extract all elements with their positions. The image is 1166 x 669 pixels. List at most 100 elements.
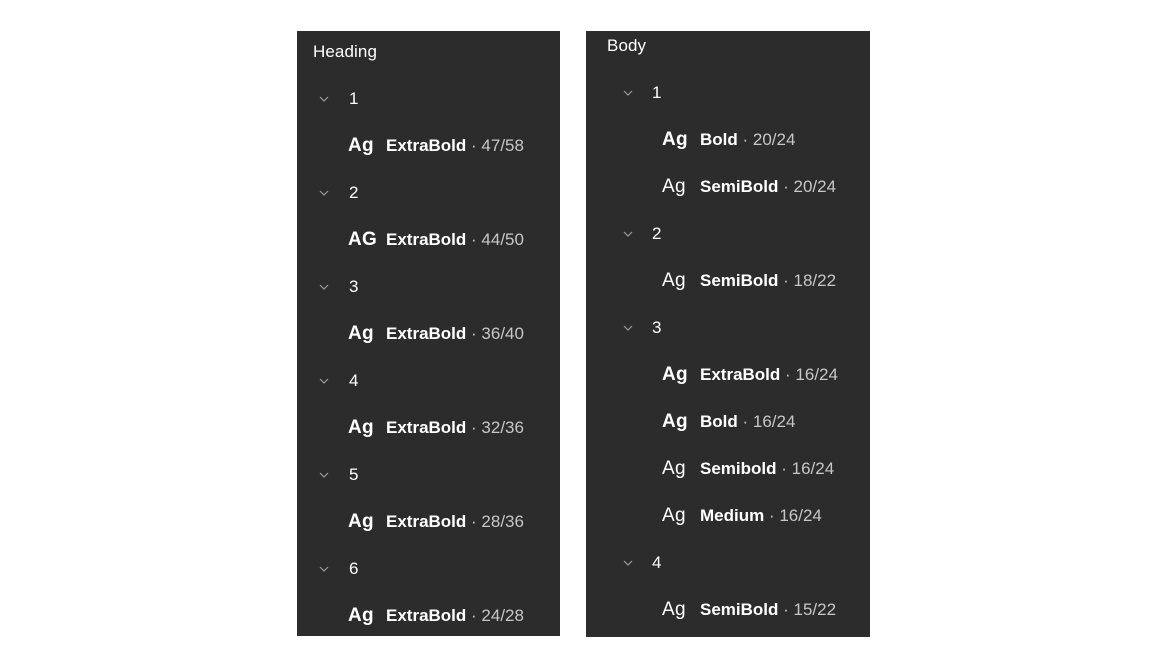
style-group-heading-3[interactable]: 3	[297, 263, 560, 310]
group-label: 1	[349, 88, 359, 108]
style-metrics: · 44/50	[466, 229, 524, 249]
chevron-down-icon[interactable]	[318, 563, 330, 575]
text-style-preview-icon: Ag	[662, 175, 686, 197]
text-style-label: ExtraBold · 28/36	[386, 512, 524, 532]
style-group-body-3[interactable]: 3	[586, 304, 870, 351]
text-style-label: Bold · 16/24	[700, 412, 795, 432]
text-style-preview-icon: Ag	[662, 410, 688, 432]
heading-styles-panel: Heading 1 Ag ExtraBold · 47/58 2 AG Extr…	[297, 31, 560, 636]
text-style-item[interactable]: Ag ExtraBold · 28/36	[297, 498, 560, 545]
chevron-down-icon[interactable]	[622, 228, 634, 240]
text-style-preview-icon: AG	[348, 228, 378, 250]
body-style-list: 1 Ag Bold · 20/24 Ag SemiBold · 20/24 2 …	[586, 69, 870, 633]
text-style-label: Medium · 16/24	[700, 506, 822, 526]
group-label: 3	[652, 317, 662, 337]
text-style-label: ExtraBold · 16/24	[700, 365, 838, 385]
style-metrics: · 16/24	[780, 364, 838, 384]
text-style-item[interactable]: Ag Bold · 16/24	[586, 398, 870, 445]
heading-style-list: 1 Ag ExtraBold · 47/58 2 AG ExtraBold · …	[297, 75, 560, 639]
style-metrics: · 20/24	[778, 176, 837, 196]
chevron-down-icon[interactable]	[622, 322, 634, 334]
style-group-body-2[interactable]: 2	[586, 210, 870, 257]
style-weight: ExtraBold	[386, 135, 467, 155]
style-weight: ExtraBold	[386, 605, 467, 625]
text-style-label: Bold · 20/24	[700, 130, 795, 150]
text-style-item[interactable]: Ag Medium · 16/24	[586, 492, 870, 539]
text-style-preview-icon: Ag	[348, 322, 374, 344]
style-weight: SemiBold	[700, 176, 779, 196]
style-weight: ExtraBold	[700, 364, 781, 384]
chevron-down-icon[interactable]	[318, 469, 330, 481]
text-style-item[interactable]: Ag SemiBold · 15/22	[586, 586, 870, 633]
text-style-preview-icon: Ag	[348, 604, 374, 626]
text-style-item[interactable]: Ag ExtraBold · 16/24	[586, 351, 870, 398]
chevron-down-icon[interactable]	[318, 187, 330, 199]
style-metrics: · 18/22	[778, 270, 837, 290]
text-style-preview-icon: Ag	[662, 457, 686, 479]
text-style-item[interactable]: Ag ExtraBold · 36/40	[297, 310, 560, 357]
text-style-preview-icon: Ag	[348, 134, 374, 156]
style-metrics: · 24/28	[466, 605, 524, 625]
style-metrics: · 32/36	[466, 417, 524, 437]
group-label: 3	[349, 276, 359, 296]
chevron-down-icon[interactable]	[622, 87, 634, 99]
panel-title: Heading	[313, 42, 378, 61]
chevron-down-icon[interactable]	[318, 281, 330, 293]
style-group-body-1[interactable]: 1	[586, 69, 870, 116]
text-style-label: SemiBold · 15/22	[700, 600, 836, 620]
text-style-item[interactable]: Ag ExtraBold · 47/58	[297, 122, 560, 169]
panel-title: Body	[607, 36, 647, 55]
text-style-item[interactable]: Ag SemiBold · 18/22	[586, 257, 870, 304]
text-style-label: ExtraBold · 44/50	[386, 230, 524, 250]
text-style-preview-icon: Ag	[662, 598, 686, 620]
text-style-preview-icon: Ag	[348, 510, 374, 532]
text-style-item[interactable]: Ag ExtraBold · 24/28	[297, 592, 560, 639]
text-style-preview-icon: Ag	[348, 416, 374, 438]
style-group-heading-4[interactable]: 4	[297, 357, 560, 404]
style-weight: ExtraBold	[386, 511, 467, 531]
text-style-label: ExtraBold · 47/58	[386, 136, 524, 156]
text-style-preview-icon: Ag	[662, 363, 688, 385]
group-label: 1	[652, 82, 662, 102]
text-style-label: ExtraBold · 24/28	[386, 606, 524, 626]
text-style-preview-icon: Ag	[662, 269, 686, 291]
group-label: 6	[349, 558, 359, 578]
style-metrics: · 47/58	[466, 135, 524, 155]
group-label: 2	[349, 182, 359, 202]
text-style-label: ExtraBold · 32/36	[386, 418, 524, 438]
group-label: 2	[652, 223, 662, 243]
style-weight: Bold	[700, 129, 738, 149]
text-style-item[interactable]: Ag SemiBold · 20/24	[586, 163, 870, 210]
style-group-heading-6[interactable]: 6	[297, 545, 560, 592]
group-label: 4	[652, 552, 662, 572]
text-style-item[interactable]: AG ExtraBold · 44/50	[297, 216, 560, 263]
style-weight: SemiBold	[700, 270, 779, 290]
style-metrics: · 15/22	[778, 599, 837, 619]
style-group-heading-2[interactable]: 2	[297, 169, 560, 216]
text-style-item[interactable]: Ag Semibold · 16/24	[586, 445, 870, 492]
style-group-body-4[interactable]: 4	[586, 539, 870, 586]
style-metrics: · 36/40	[466, 323, 524, 343]
style-metrics: · 16/24	[764, 505, 822, 525]
text-style-label: Semibold · 16/24	[700, 459, 834, 479]
text-style-preview-icon: Ag	[662, 504, 686, 526]
text-style-label: SemiBold · 18/22	[700, 271, 836, 291]
text-style-item[interactable]: Ag ExtraBold · 32/36	[297, 404, 560, 451]
style-group-heading-5[interactable]: 5	[297, 451, 560, 498]
body-styles-panel: Body 1 Ag Bold · 20/24 Ag SemiBold · 20/…	[586, 31, 870, 637]
chevron-down-icon[interactable]	[622, 557, 634, 569]
chevron-down-icon[interactable]	[318, 93, 330, 105]
text-style-label: ExtraBold · 36/40	[386, 324, 524, 344]
style-group-heading-1[interactable]: 1	[297, 75, 560, 122]
style-weight: Medium	[700, 505, 765, 525]
group-label: 5	[349, 464, 359, 484]
style-weight: ExtraBold	[386, 229, 467, 249]
chevron-down-icon[interactable]	[318, 375, 330, 387]
style-weight: ExtraBold	[386, 417, 467, 437]
style-weight: Bold	[700, 411, 738, 431]
style-metrics: · 28/36	[466, 511, 524, 531]
style-metrics: · 20/24	[737, 129, 796, 149]
style-weight: Semibold	[700, 458, 777, 478]
text-style-item[interactable]: Ag Bold · 20/24	[586, 116, 870, 163]
style-metrics: · 16/24	[776, 458, 835, 478]
